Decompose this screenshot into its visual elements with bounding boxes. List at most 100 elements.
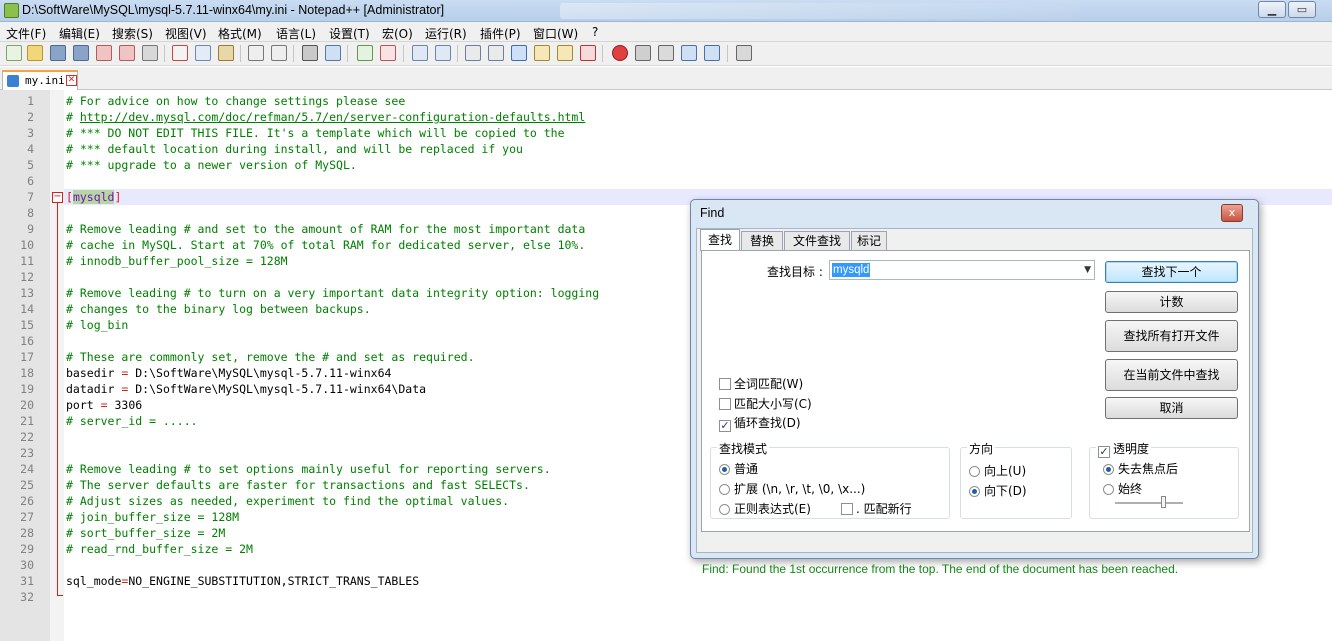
sync-vertical-icon[interactable]	[412, 45, 428, 61]
undo-icon[interactable]	[248, 45, 264, 61]
doc-map-icon[interactable]	[557, 45, 573, 61]
sync-horizontal-icon[interactable]	[435, 45, 451, 61]
window-title: D:\SoftWare\MySQL\mysql-5.7.11-winx64\my…	[22, 3, 445, 17]
line-text: # For advice on how to change settings p…	[66, 94, 406, 108]
code-line[interactable]: 1 # For advice on how to change settings …	[0, 93, 1332, 109]
wrap-around-checkbox[interactable]: ✓ 循环查找(D)	[719, 414, 801, 432]
tab-mark[interactable]: 标记	[851, 231, 887, 251]
find-next-button[interactable]: 查找下一个	[1105, 261, 1238, 283]
show-all-chars-icon[interactable]	[488, 45, 504, 61]
mode-extended-radio[interactable]: 扩展 (\n, \r, \t, \0, \x...)	[719, 480, 865, 497]
search-input[interactable]: mysqld ▼	[829, 260, 1095, 280]
line-number: 31	[20, 574, 34, 588]
code-line[interactable]: 4 # *** default location during install, …	[0, 141, 1332, 157]
line-text: # join_buffer_size = 128M	[66, 510, 240, 524]
menu-settings[interactable]: 设置(T)	[329, 25, 370, 42]
transparency-always-radio[interactable]: 始终	[1103, 480, 1142, 497]
menu-help[interactable]: ?	[592, 25, 598, 39]
menu-edit[interactable]: 编辑(E)	[59, 25, 100, 42]
close-file-icon[interactable]	[96, 45, 112, 61]
menu-view[interactable]: 视图(V)	[165, 25, 207, 42]
open-file-icon[interactable]	[27, 45, 43, 61]
menu-search[interactable]: 搜索(S)	[112, 25, 153, 42]
user-language-icon[interactable]	[534, 45, 550, 61]
indent-guide-icon[interactable]	[511, 45, 527, 61]
function-list-icon[interactable]	[580, 45, 596, 61]
line-text: # sort_buffer_size = 2M	[66, 526, 226, 540]
direction-up-radio[interactable]: 向上(U)	[969, 462, 1026, 479]
maximize-button[interactable]: ▭	[1288, 1, 1316, 18]
dot-matches-newline-checkbox[interactable]: . 匹配新行	[841, 500, 912, 517]
line-number: 6	[27, 174, 34, 188]
menu-format[interactable]: 格式(M)	[218, 25, 262, 42]
new-file-icon[interactable]	[6, 45, 22, 61]
tab-replace[interactable]: 替换	[741, 231, 783, 251]
menu-plugins[interactable]: 插件(P)	[480, 25, 521, 42]
record-macro-icon[interactable]	[612, 45, 628, 61]
dialog-close-button[interactable]: x	[1221, 204, 1243, 222]
count-button[interactable]: 计数	[1105, 291, 1238, 313]
replace-icon[interactable]	[325, 45, 341, 61]
play-macro-icon[interactable]	[658, 45, 674, 61]
stop-macro-icon[interactable]	[635, 45, 651, 61]
transparency-group: ✓ 透明度 失去焦点后 始终	[1089, 440, 1239, 519]
code-line[interactable]: 3 # *** DO NOT EDIT THIS FILE. It's a tem…	[0, 125, 1332, 141]
match-case-checkbox[interactable]: 匹配大小写(C)	[719, 395, 812, 412]
find-all-current-file-button[interactable]: 在当前文件中查找	[1105, 359, 1238, 391]
transparency-on-lose-focus-radio[interactable]: 失去焦点后	[1103, 460, 1178, 477]
code-line[interactable]: 32	[0, 589, 1332, 605]
line-number: 21	[20, 414, 34, 428]
code-line[interactable]: 6	[0, 173, 1332, 189]
menu-run[interactable]: 运行(R)	[425, 25, 467, 42]
mode-regex-radio[interactable]: 正则表达式(E)	[719, 500, 811, 517]
line-number: 18	[20, 366, 34, 380]
line-number: 8	[27, 206, 34, 220]
hyperlink[interactable]: http://dev.mysql.com/doc/refman/5.7/en/s…	[80, 110, 585, 124]
paste-icon[interactable]	[218, 45, 234, 61]
print-icon[interactable]	[142, 45, 158, 61]
word-wrap-icon[interactable]	[465, 45, 481, 61]
zoom-out-icon[interactable]	[380, 45, 396, 61]
plugin-icon[interactable]	[736, 45, 752, 61]
copy-icon[interactable]	[195, 45, 211, 61]
run-macro-multiple-icon[interactable]	[681, 45, 697, 61]
code-line[interactable]: 2 # http://dev.mysql.com/doc/refman/5.7/e…	[0, 109, 1332, 125]
transparency-checkbox[interactable]: ✓ 透明度	[1096, 440, 1152, 458]
transparency-slider-thumb[interactable]	[1160, 496, 1166, 508]
chevron-down-icon[interactable]: ▼	[1084, 265, 1091, 275]
close-all-icon[interactable]	[119, 45, 135, 61]
menu-window[interactable]: 窗口(W)	[533, 25, 578, 42]
line-text: basedir = D:\SoftWare\MySQL\mysql-5.7.11…	[66, 366, 392, 380]
save-macro-icon[interactable]	[704, 45, 720, 61]
redo-icon[interactable]	[271, 45, 287, 61]
tab-close-icon[interactable]: ✕	[66, 75, 77, 86]
dialog-body: 查找 替换 文件查找 标记 查找目标 : mysqld ▼ 查找下一个 计数 查…	[696, 228, 1253, 576]
line-number: 28	[20, 526, 34, 540]
line-text: # read_rnd_buffer_size = 2M	[66, 542, 253, 556]
cancel-button[interactable]: 取消	[1105, 397, 1238, 419]
mode-normal-radio[interactable]: 普通	[719, 460, 758, 477]
find-all-open-files-button[interactable]: 查找所有打开文件	[1105, 320, 1238, 352]
tab-my-ini[interactable]: my.ini ✕	[2, 70, 78, 90]
find-icon[interactable]	[302, 45, 318, 61]
line-text: # server_id = .....	[66, 414, 198, 428]
direction-down-radio[interactable]: 向下(D)	[969, 482, 1027, 499]
zoom-in-icon[interactable]	[357, 45, 373, 61]
save-all-icon[interactable]	[73, 45, 89, 61]
radio-dot	[719, 464, 730, 475]
minimize-button[interactable]: ▁	[1258, 1, 1286, 18]
tab-find-in-files[interactable]: 文件查找	[784, 231, 850, 251]
code-line[interactable]: 5 # *** upgrade to a newer version of MyS…	[0, 157, 1332, 173]
menu-macro[interactable]: 宏(O)	[382, 25, 413, 42]
save-icon[interactable]	[50, 45, 66, 61]
line-text: # Remove leading # and set to the amount…	[66, 222, 586, 236]
line-number: 17	[20, 350, 34, 364]
whole-word-checkbox[interactable]: 全词匹配(W)	[719, 375, 803, 392]
tab-find[interactable]: 查找	[700, 229, 740, 251]
menu-file[interactable]: 文件(F)	[6, 25, 46, 42]
cut-icon[interactable]	[172, 45, 188, 61]
direction-group: 方向 向上(U) 向下(D)	[960, 440, 1072, 519]
checkbox-box	[841, 503, 853, 515]
line-number: 29	[20, 542, 34, 556]
menu-language[interactable]: 语言(L)	[276, 25, 316, 42]
